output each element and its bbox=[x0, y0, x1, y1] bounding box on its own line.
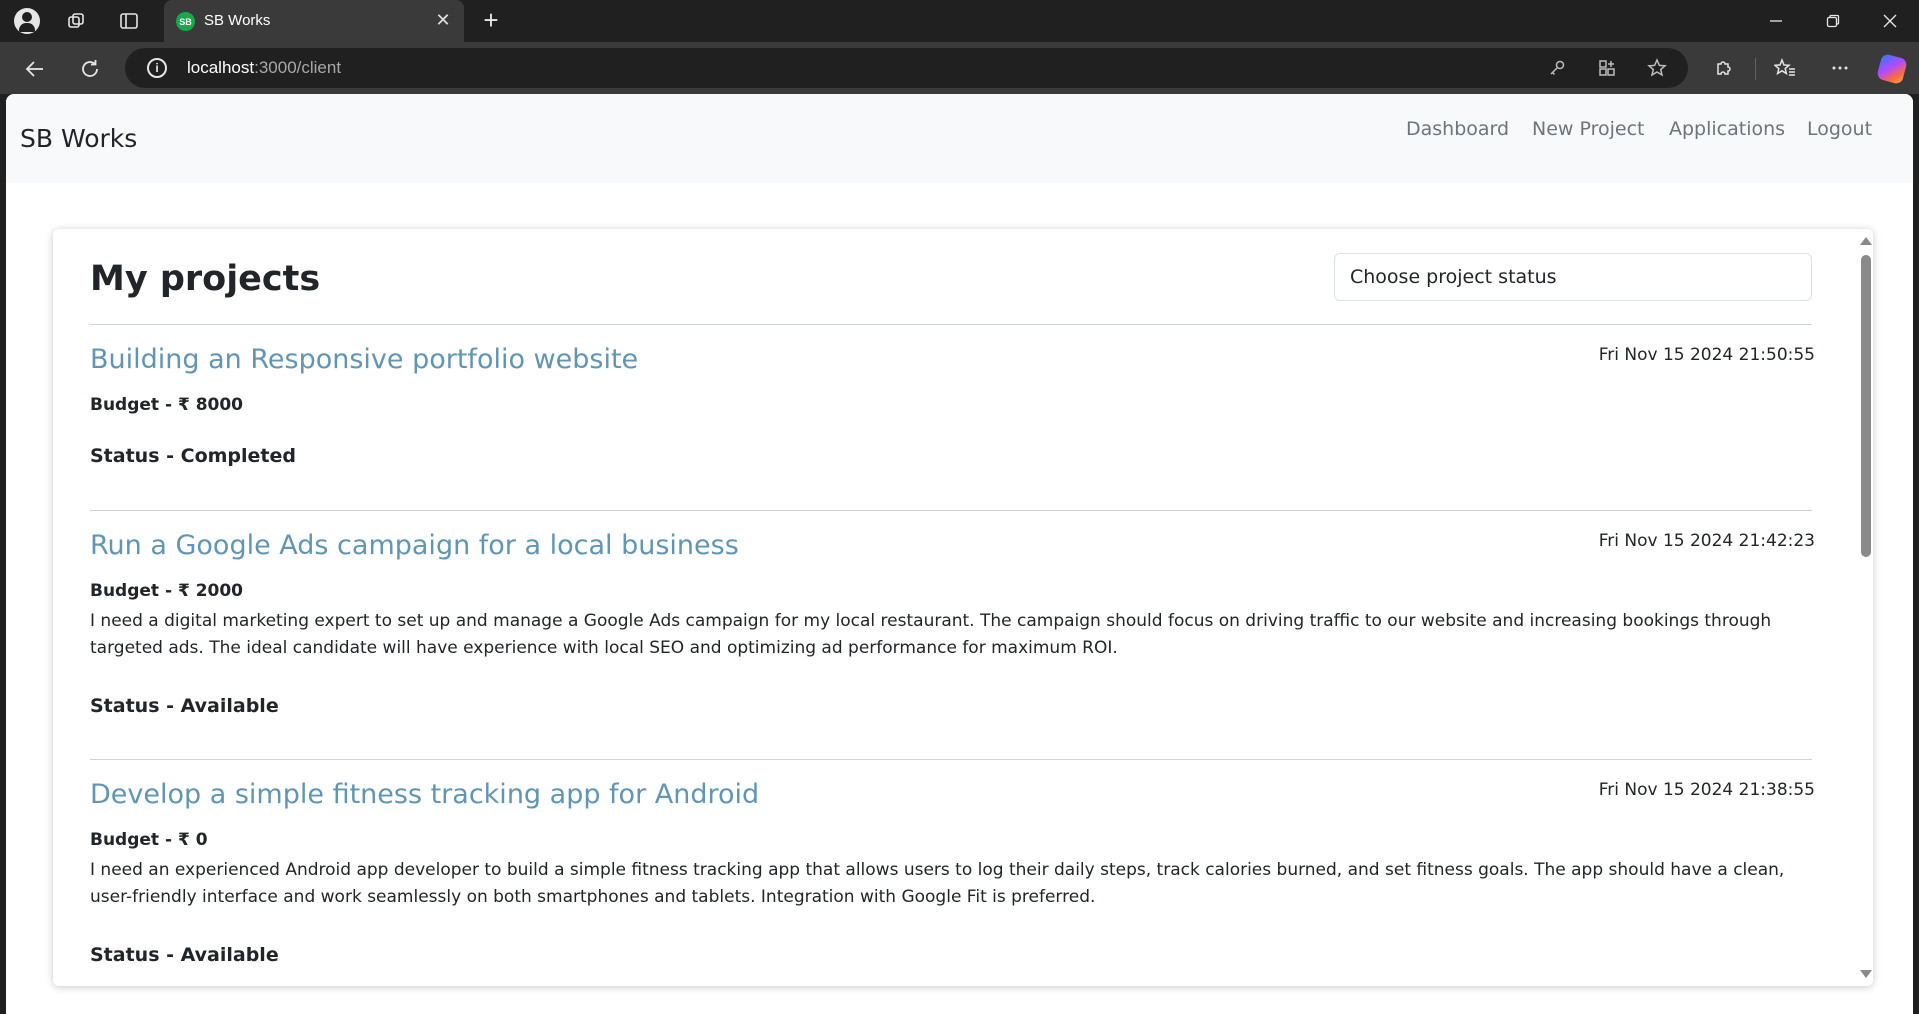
site-navbar: SB Works Dashboard New Project Applicati… bbox=[6, 94, 1913, 183]
project-title-link[interactable]: Building an Responsive portfolio website bbox=[90, 344, 638, 375]
project-timestamp: Fri Nov 15 2024 21:50:55 bbox=[1598, 345, 1815, 365]
maximize-icon[interactable] bbox=[1815, 8, 1851, 34]
new-tab-icon[interactable]: + bbox=[478, 7, 504, 34]
page-title: My projects bbox=[90, 259, 321, 299]
divider bbox=[90, 324, 1812, 325]
page-viewport: SB Works Dashboard New Project Applicati… bbox=[6, 94, 1913, 1014]
url-host: localhost bbox=[187, 58, 255, 77]
browser-titlebar: SB SB Works ✕ + bbox=[0, 0, 1919, 42]
workspaces-icon[interactable] bbox=[64, 8, 90, 34]
extensions-icon[interactable] bbox=[1709, 53, 1739, 83]
project-description: I need a digital marketing expert to set… bbox=[90, 611, 1772, 658]
favorite-star-icon[interactable] bbox=[1645, 56, 1669, 80]
nav-applications-link[interactable]: Applications bbox=[1669, 118, 1785, 140]
sb-favicon-icon: SB bbox=[176, 12, 195, 31]
scroll-thumb[interactable] bbox=[1861, 255, 1871, 557]
project-budget: Budget - ₹ 2000 bbox=[90, 581, 244, 601]
project-budget: Budget - ₹ 0 bbox=[90, 830, 208, 850]
nav-dashboard-link[interactable]: Dashboard bbox=[1406, 118, 1509, 140]
profile-icon[interactable] bbox=[14, 8, 40, 34]
nav-new-project-link[interactable]: New Project bbox=[1532, 118, 1645, 140]
project-timestamp: Fri Nov 15 2024 21:38:55 bbox=[1598, 780, 1815, 800]
site-info-icon[interactable]: i bbox=[147, 58, 167, 78]
app-available-icon[interactable] bbox=[1595, 56, 1619, 80]
nav-logout-link[interactable]: Logout bbox=[1807, 118, 1872, 140]
site-brand[interactable]: SB Works bbox=[20, 124, 137, 153]
vertical-tabs-icon[interactable] bbox=[116, 8, 142, 34]
browser-tab[interactable]: SB SB Works ✕ bbox=[164, 0, 464, 42]
tab-title: SB Works bbox=[204, 12, 271, 29]
project-status: Status - Available bbox=[90, 944, 279, 966]
project-timestamp: Fri Nov 15 2024 21:42:23 bbox=[1598, 531, 1815, 551]
more-icon[interactable] bbox=[1825, 53, 1855, 83]
project-description: I need an experienced Android app develo… bbox=[90, 860, 1785, 907]
project-title-link[interactable]: Develop a simple fitness tracking app fo… bbox=[90, 779, 759, 810]
toolbar-separator bbox=[1755, 58, 1756, 80]
card-scrollbar[interactable] bbox=[1858, 229, 1873, 986]
window-close-icon[interactable] bbox=[1872, 8, 1908, 34]
divider bbox=[90, 759, 1812, 760]
minimize-icon[interactable] bbox=[1758, 8, 1794, 34]
project-title-link[interactable]: Run a Google Ads campaign for a local bu… bbox=[90, 530, 739, 561]
close-icon[interactable]: ✕ bbox=[432, 9, 454, 31]
url-text[interactable]: localhost:3000/client bbox=[187, 58, 341, 78]
scroll-down-arrow-icon[interactable] bbox=[1860, 970, 1872, 978]
back-icon[interactable] bbox=[20, 54, 50, 84]
projects-card: My projects Choose project status Buildi… bbox=[53, 229, 1873, 986]
url-bar[interactable]: i localhost:3000/client bbox=[125, 48, 1688, 88]
divider bbox=[90, 510, 1812, 511]
project-status-select[interactable]: Choose project status bbox=[1334, 253, 1812, 301]
project-status: Status - Completed bbox=[90, 445, 296, 467]
password-key-icon[interactable] bbox=[1545, 56, 1569, 80]
project-status: Status - Available bbox=[90, 695, 279, 717]
project-budget: Budget - ₹ 8000 bbox=[90, 395, 244, 415]
scroll-up-arrow-icon[interactable] bbox=[1860, 237, 1872, 245]
favorites-icon[interactable] bbox=[1770, 53, 1800, 83]
url-path: :3000/client bbox=[254, 58, 342, 77]
address-bar-row: i localhost:3000/client bbox=[0, 42, 1919, 94]
refresh-icon[interactable] bbox=[75, 54, 105, 84]
copilot-icon[interactable] bbox=[1876, 53, 1908, 85]
